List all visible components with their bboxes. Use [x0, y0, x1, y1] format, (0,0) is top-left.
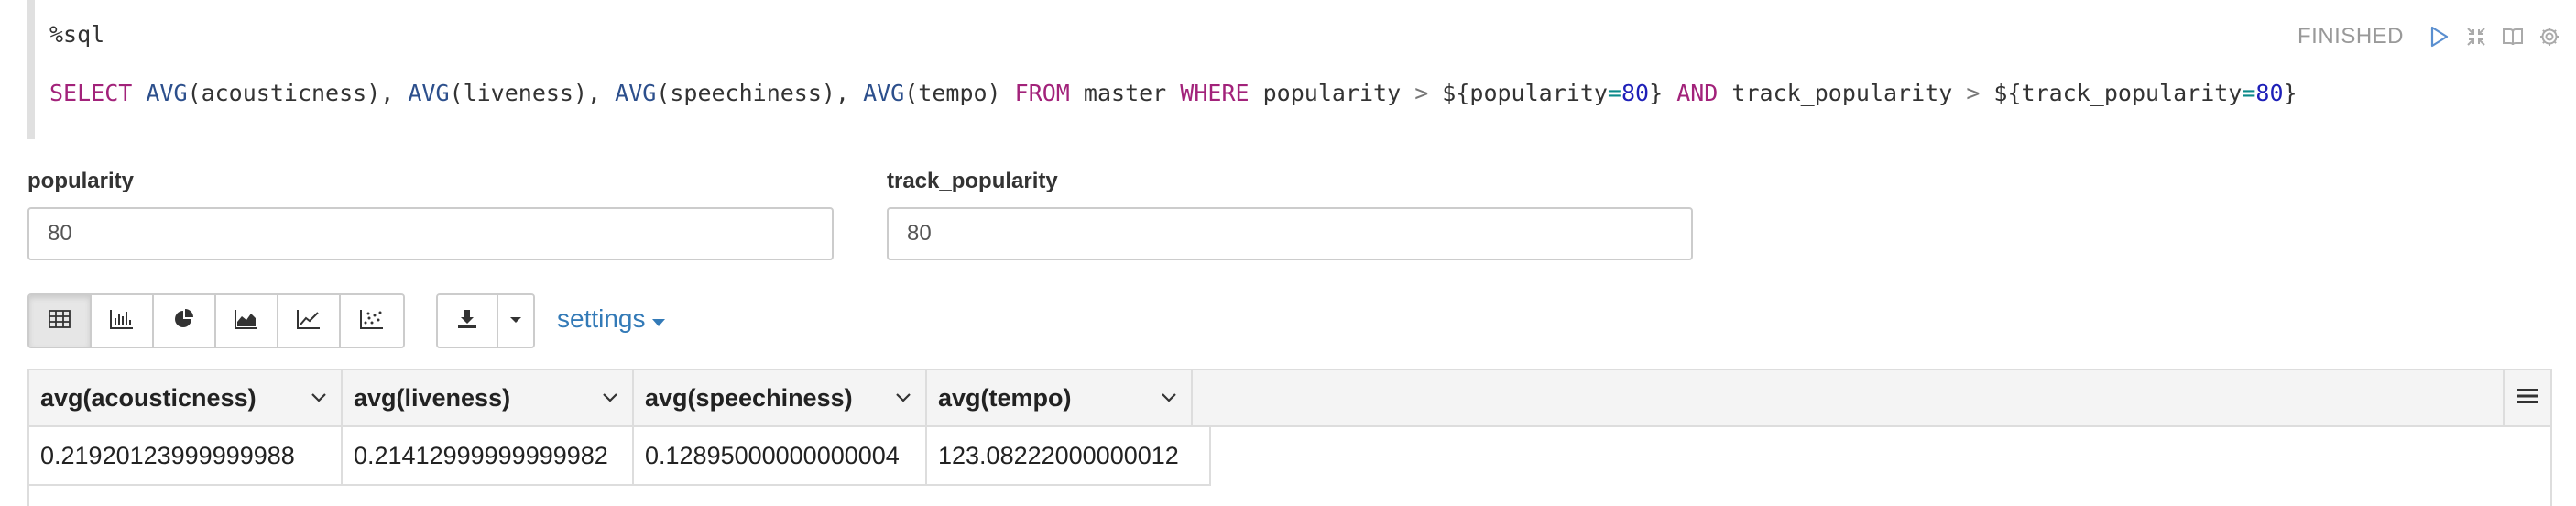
table-cell: 123.08222000000012: [927, 427, 1211, 486]
fn-avg: AVG: [408, 80, 450, 106]
pie-chart-icon: [173, 308, 195, 335]
table-cell: 0.21412999999999982: [343, 427, 634, 486]
result-table: avg(acousticness) avg(liveness) avg(spee…: [27, 368, 2552, 506]
arg-liveness: (liveness),: [449, 80, 616, 106]
op-eq: =: [2242, 80, 2256, 106]
fn-avg: AVG: [615, 80, 657, 106]
param-popularity-open: ${popularity: [1428, 80, 1608, 106]
param-track-popularity-open: ${track_popularity: [1980, 80, 2243, 106]
brace-close: }: [2283, 80, 2298, 106]
param-label-track-popularity: track_popularity: [887, 169, 1058, 193]
column-header-label: avg(speechiness): [645, 383, 853, 412]
pie-chart-button[interactable]: [154, 295, 216, 346]
arg-speechiness: (speechiness),: [656, 80, 864, 106]
settings-label: settings: [557, 304, 646, 333]
kw-select: SELECT: [49, 80, 133, 106]
cond-track-popularity: track_popularity: [1718, 80, 1967, 106]
scatter-chart-icon: [360, 309, 384, 334]
paragraph-controls: FINISHED: [2298, 22, 2561, 51]
table-view-button[interactable]: [29, 295, 92, 346]
gear-icon[interactable]: [2538, 25, 2561, 49]
line-chart-icon: [297, 309, 321, 334]
op-gt: >: [1414, 80, 1429, 106]
fn-avg: AVG: [146, 80, 188, 106]
param-track-popularity-value: 80: [2255, 80, 2284, 106]
download-options-dropdown[interactable]: [498, 295, 533, 346]
column-header-speechiness[interactable]: avg(speechiness): [634, 370, 927, 425]
kw-and: AND: [1663, 80, 1719, 106]
column-header-tempo[interactable]: avg(tempo): [927, 370, 1193, 425]
param-label-popularity: popularity: [27, 169, 135, 193]
fn-avg: AVG: [863, 80, 905, 106]
popularity-input[interactable]: [27, 207, 834, 260]
hamburger-icon: [2516, 387, 2538, 410]
bar-chart-icon: [110, 309, 134, 334]
sql-magic: %sql: [49, 21, 105, 48]
table-header-row: avg(acousticness) avg(liveness) avg(spee…: [29, 370, 2550, 427]
column-header-acousticness[interactable]: avg(acousticness): [29, 370, 343, 425]
scatter-chart-button[interactable]: [341, 295, 403, 346]
table-cell: 0.12895000000000004: [634, 427, 927, 486]
column-header-label: avg(liveness): [354, 383, 511, 412]
code-line-magic: %sql: [49, 18, 104, 51]
table-icon: [49, 309, 71, 333]
collapse-icon[interactable]: [2464, 25, 2488, 49]
table-cell: 0.21920123999999988: [29, 427, 343, 486]
paragraph-editor[interactable]: %sql SELECT AVG(acousticness), AVG(liven…: [27, 0, 2547, 139]
param-popularity-value: 80: [1621, 80, 1650, 106]
settings-link[interactable]: settings: [557, 304, 666, 334]
download-button[interactable]: [438, 295, 498, 346]
download-toolbar: [436, 293, 535, 348]
op-gt: >: [1966, 80, 1981, 106]
code-line-query: SELECT AVG(acousticness), AVG(liveness),…: [49, 77, 2298, 110]
run-icon[interactable]: [2428, 25, 2451, 49]
area-chart-button[interactable]: [216, 295, 278, 346]
caret-down-icon: [509, 313, 522, 329]
op-eq: =: [1607, 80, 1621, 106]
chevron-down-icon[interactable]: [1158, 387, 1180, 409]
column-header-label: avg(acousticness): [40, 383, 257, 412]
column-header-liveness[interactable]: avg(liveness): [343, 370, 634, 425]
chevron-down-icon[interactable]: [308, 387, 330, 409]
bar-chart-button[interactable]: [92, 295, 154, 346]
book-icon[interactable]: [2501, 25, 2525, 49]
chevron-down-icon[interactable]: [599, 387, 621, 409]
status-badge: FINISHED: [2298, 24, 2405, 49]
track-popularity-input[interactable]: [887, 207, 1693, 260]
line-chart-button[interactable]: [278, 295, 341, 346]
area-chart-icon: [235, 309, 258, 334]
visualization-toolbar: [27, 293, 405, 348]
cond-popularity: popularity: [1249, 80, 1415, 106]
grid-menu-button[interactable]: [2503, 370, 2550, 425]
arg-tempo: (tempo): [904, 80, 1015, 106]
download-icon: [456, 308, 478, 335]
brace-close: }: [1649, 80, 1664, 106]
arg-acousticness: (acousticness),: [187, 80, 409, 106]
column-header-label: avg(tempo): [938, 383, 1072, 412]
chevron-down-icon[interactable]: [892, 387, 914, 409]
kw-from: FROM: [1014, 80, 1070, 106]
table-name: master: [1069, 80, 1181, 106]
kw-where: WHERE: [1180, 80, 1250, 106]
caret-down-icon: [651, 304, 666, 334]
